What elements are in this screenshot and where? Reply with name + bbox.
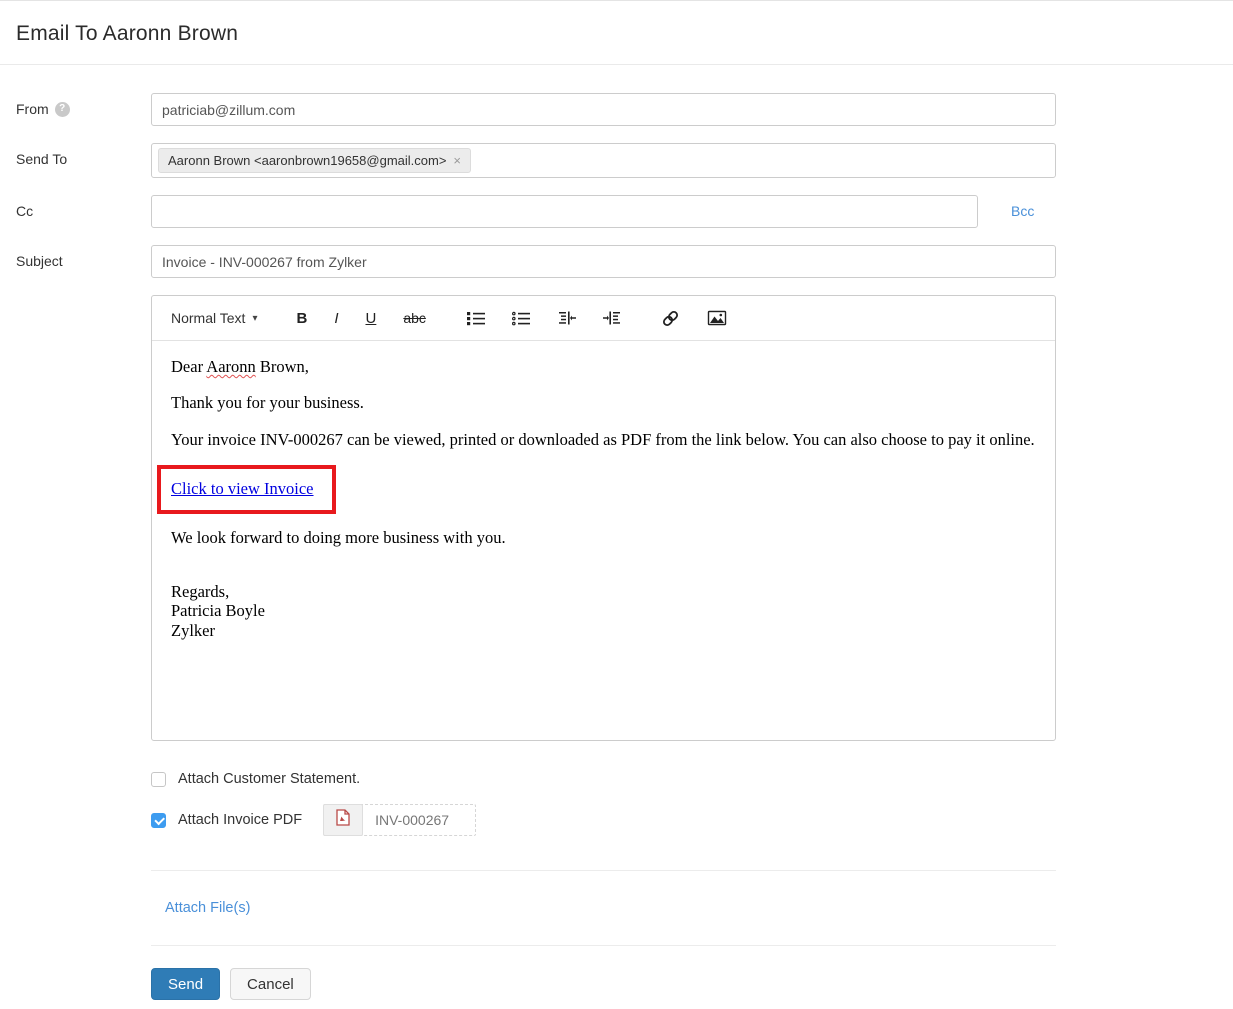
rich-text-editor: Normal Text ▾ B I U abc bbox=[151, 295, 1056, 741]
attach-statement-row: Attach Customer Statement. bbox=[151, 771, 1233, 787]
from-input[interactable] bbox=[151, 93, 1056, 126]
send-to-row: Send To Aaronn Brown <aaronbrown19658@gm… bbox=[16, 143, 1233, 178]
signature-name: Patricia Boyle bbox=[171, 602, 1036, 620]
cc-row: Cc Bcc bbox=[16, 195, 1233, 228]
bcc-link[interactable]: Bcc bbox=[1011, 195, 1034, 219]
send-to-label-text: Send To bbox=[16, 151, 67, 167]
indent-button[interactable] bbox=[603, 311, 622, 326]
cc-input[interactable] bbox=[151, 195, 978, 228]
signature-regards: Regards, bbox=[171, 583, 1036, 601]
chevron-down-icon: ▾ bbox=[252, 313, 257, 324]
cancel-button[interactable]: Cancel bbox=[230, 968, 311, 1000]
link-icon bbox=[661, 310, 680, 327]
annotation-red-box: Click to view Invoice bbox=[157, 465, 336, 514]
help-icon[interactable]: ? bbox=[55, 102, 70, 117]
italic-button[interactable]: I bbox=[334, 311, 338, 326]
cc-label-text: Cc bbox=[16, 203, 33, 219]
unordered-list-icon bbox=[467, 311, 485, 326]
indent-icon bbox=[603, 311, 622, 326]
pdf-filename: INV-000267 bbox=[362, 805, 475, 835]
underline-button[interactable]: U bbox=[365, 311, 376, 326]
bold-button[interactable]: B bbox=[296, 311, 307, 326]
email-body-editor[interactable]: Dear Aaronn Brown, Thank you for your bu… bbox=[152, 341, 1055, 740]
greeting-prefix: Dear bbox=[171, 357, 206, 376]
attach-statement-label: Attach Customer Statement. bbox=[178, 771, 360, 787]
greeting-suffix: Brown, bbox=[256, 357, 309, 376]
send-to-input[interactable]: Aaronn Brown <aaronbrown19658@gmail.com>… bbox=[151, 143, 1056, 178]
subject-input[interactable] bbox=[151, 245, 1056, 278]
editor-toolbar: Normal Text ▾ B I U abc bbox=[152, 296, 1055, 341]
signature-block: Regards, Patricia Boyle Zylker bbox=[171, 583, 1036, 639]
insert-link-button[interactable] bbox=[661, 310, 680, 327]
unordered-list-button[interactable] bbox=[467, 311, 485, 326]
insert-image-button[interactable] bbox=[707, 310, 727, 326]
outdent-button[interactable] bbox=[557, 311, 576, 326]
ordered-list-button[interactable] bbox=[512, 311, 530, 326]
signature-company: Zylker bbox=[171, 622, 1036, 640]
format-dropdown-label: Normal Text bbox=[171, 310, 245, 326]
divider bbox=[151, 870, 1056, 871]
ordered-list-icon bbox=[512, 311, 530, 326]
pdf-file-icon bbox=[336, 809, 350, 831]
page-header: Email To Aaronn Brown bbox=[0, 1, 1233, 65]
pdf-attachment-chip: INV-000267 bbox=[323, 804, 476, 836]
send-to-label: Send To bbox=[16, 143, 151, 167]
forward-paragraph: We look forward to doing more business w… bbox=[171, 529, 1036, 546]
subject-row: Subject bbox=[16, 245, 1233, 278]
divider bbox=[151, 945, 1056, 946]
subject-label: Subject bbox=[16, 245, 151, 269]
attach-invoice-checkbox[interactable] bbox=[151, 813, 166, 828]
invoice-paragraph: Your invoice INV-000267 can be viewed, p… bbox=[171, 431, 1036, 448]
attach-invoice-row: Attach Invoice PDF INV-000267 bbox=[151, 804, 1233, 836]
subject-label-text: Subject bbox=[16, 253, 63, 269]
action-buttons: Send Cancel bbox=[151, 968, 1233, 1000]
chip-close-icon[interactable]: × bbox=[453, 154, 461, 167]
view-invoice-link[interactable]: Click to view Invoice bbox=[171, 479, 314, 498]
pdf-icon-cell bbox=[323, 804, 363, 836]
page-title: Email To Aaronn Brown bbox=[16, 22, 1217, 46]
attach-statement-checkbox[interactable] bbox=[151, 772, 166, 787]
attach-invoice-label: Attach Invoice PDF bbox=[178, 812, 302, 828]
greeting-line: Dear Aaronn Brown, bbox=[171, 358, 1036, 375]
cc-label: Cc bbox=[16, 195, 151, 219]
from-row: From ? bbox=[16, 93, 1233, 126]
attach-files-link[interactable]: Attach File(s) bbox=[165, 900, 250, 916]
from-label-text: From bbox=[16, 101, 49, 117]
format-dropdown[interactable]: Normal Text ▾ bbox=[171, 310, 257, 326]
strikethrough-button[interactable]: abc bbox=[403, 311, 426, 325]
greeting-name: Aaronn bbox=[206, 357, 255, 376]
thanks-paragraph: Thank you for your business. bbox=[171, 394, 1036, 411]
from-label: From ? bbox=[16, 93, 151, 117]
recipient-chip-text: Aaronn Brown <aaronbrown19658@gmail.com> bbox=[168, 153, 446, 168]
image-icon bbox=[707, 310, 727, 326]
send-button[interactable]: Send bbox=[151, 968, 220, 1000]
recipient-chip: Aaronn Brown <aaronbrown19658@gmail.com>… bbox=[158, 148, 471, 173]
email-form: From ? Send To Aaronn Brown <aaronbrown1… bbox=[0, 65, 1233, 278]
attachments-section: Attach Customer Statement. Attach Invoic… bbox=[151, 771, 1233, 836]
outdent-icon bbox=[557, 311, 576, 326]
